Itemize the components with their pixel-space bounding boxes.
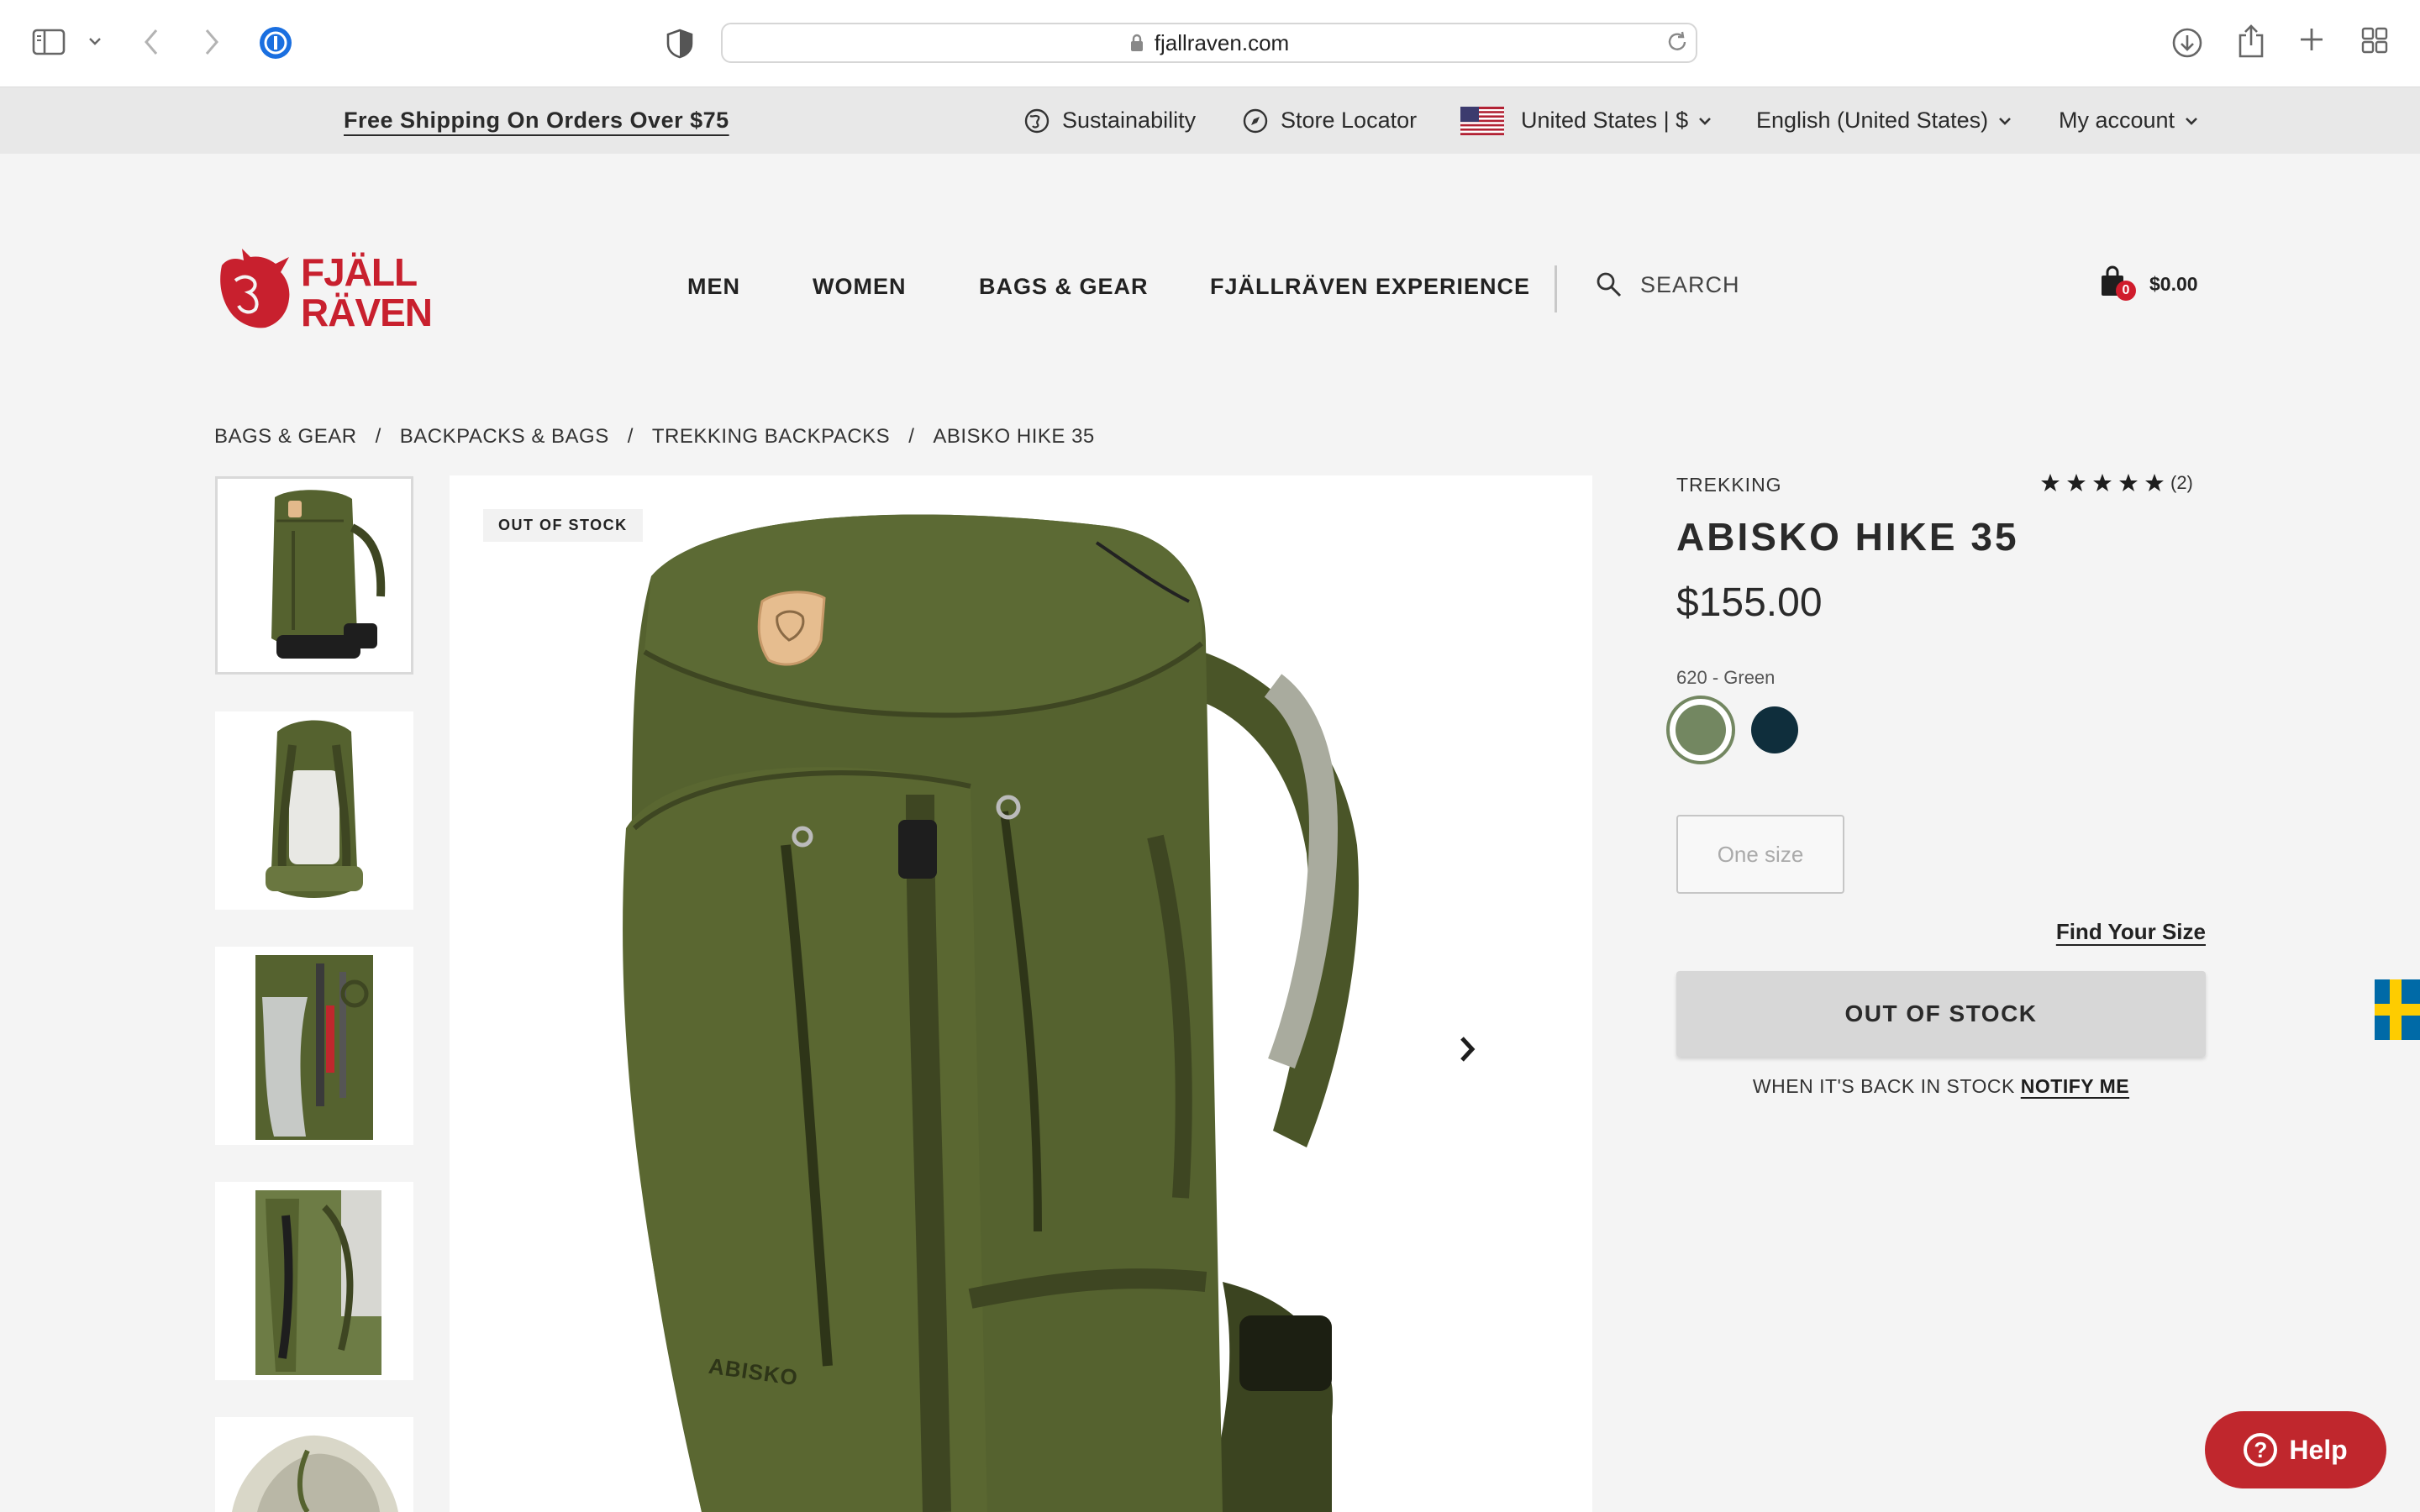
store-locator-label: Store Locator — [1281, 108, 1418, 133]
cart-count-badge: 0 — [2116, 281, 2136, 301]
notify-me-link[interactable]: NOTIFY ME — [2021, 1075, 2129, 1097]
breadcrumb-separator: / — [908, 425, 915, 448]
nav-fjallraven-experience[interactable]: FJÄLLRÄVEN EXPERIENCE — [1210, 274, 1530, 300]
nav-bags-gear[interactable]: BAGS & GEAR — [979, 274, 1149, 300]
browser-toolbar: fjallraven.com — [0, 0, 2420, 87]
cart-total: $0.00 — [2149, 272, 2198, 295]
size-option-button[interactable]: One size — [1676, 815, 1844, 894]
product-rating[interactable]: (2) — [2040, 472, 2193, 494]
breadcrumb-current: ABISKO HIKE 35 — [933, 425, 1095, 448]
region-selector[interactable]: United States | $ — [1460, 87, 1712, 154]
thumbnail-side[interactable] — [215, 947, 413, 1145]
next-image-button[interactable] — [1454, 1030, 1482, 1068]
find-your-size-link[interactable]: Find Your Size — [2056, 919, 2206, 945]
help-label: Help — [2289, 1434, 2348, 1465]
thumbnail-front[interactable] — [215, 476, 413, 675]
star-icon — [2093, 474, 2112, 491]
breadcrumb-item[interactable]: BAGS & GEAR — [214, 425, 357, 449]
us-flag-icon — [1460, 106, 1504, 135]
nav-women[interactable]: WOMEN — [813, 274, 906, 300]
utility-bar: Free Shipping On Orders Over $75 Sustain… — [0, 87, 2420, 154]
chevron-right-icon — [1460, 1037, 1476, 1062]
breadcrumb-item[interactable]: BACKPACKS & BAGS — [400, 425, 609, 449]
tab-overview-icon[interactable] — [2361, 27, 2388, 54]
share-icon[interactable] — [2237, 24, 2265, 59]
chevron-down-icon[interactable] — [87, 35, 103, 47]
sweden-flag-tab[interactable] — [2375, 979, 2420, 1040]
privacy-shield-icon[interactable] — [666, 29, 694, 59]
swatch-fill — [1676, 705, 1726, 755]
new-tab-icon[interactable] — [2299, 27, 2324, 52]
search-label: SEARCH — [1640, 271, 1740, 297]
forward-arrow-icon[interactable] — [202, 27, 222, 57]
color-label: 620 - Green — [1676, 667, 1776, 688]
account-label: My account — [2059, 108, 2175, 133]
product-title: ABISKO HIKE 35 — [1676, 515, 2019, 559]
compass-icon — [1243, 108, 1268, 133]
sidebar-toggle-icon[interactable] — [32, 27, 69, 57]
sustainability-label: Sustainability — [1062, 108, 1197, 133]
address-bar[interactable]: fjallraven.com — [721, 23, 1697, 63]
color-swatch-navy[interactable] — [1751, 706, 1798, 753]
reload-icon[interactable] — [1665, 30, 1689, 54]
language-label: English (United States) — [1756, 108, 1989, 133]
backpack-illustration — [623, 514, 1359, 1512]
lock-icon — [1130, 34, 1143, 51]
star-icon — [2067, 474, 2086, 491]
color-swatch-green-selected[interactable] — [1666, 696, 1735, 764]
chevron-down-icon — [1999, 117, 2012, 125]
nav-men[interactable]: MEN — [687, 274, 740, 300]
help-button[interactable]: ? Help — [2205, 1411, 2386, 1488]
thumbnail-detail[interactable] — [215, 1182, 413, 1380]
store-locator-link[interactable]: Store Locator — [1242, 87, 1417, 154]
search-trigger[interactable]: SEARCH — [1595, 270, 1740, 299]
chevron-down-icon — [2186, 117, 2197, 125]
out-of-stock-button[interactable]: OUT OF STOCK — [1676, 971, 2206, 1057]
product-price: $155.00 — [1676, 580, 1823, 625]
breadcrumb-separator: / — [627, 425, 634, 448]
region-label: United States | $ — [1521, 108, 1689, 133]
breadcrumb: BAGS & GEAR / BACKPACKS & BAGS / TREKKIN… — [214, 425, 1095, 449]
nav-divider — [1555, 265, 1557, 312]
star-icon — [2119, 474, 2138, 491]
account-menu[interactable]: My account — [2059, 87, 2198, 154]
url-text: fjallraven.com — [1154, 29, 1290, 55]
main-product-image[interactable]: OUT OF STOCK ABISKO — [450, 475, 1592, 1512]
notify-text: WHEN IT'S BACK IN STOCK — [1752, 1075, 2021, 1097]
free-shipping-link[interactable]: Free Shipping On Orders Over $75 — [344, 87, 729, 154]
download-icon[interactable] — [2171, 27, 2203, 59]
review-count: (2) — [2170, 472, 2193, 493]
fjallraven-logo[interactable]: FJÄLL RÄVEN — [217, 247, 442, 331]
breadcrumb-item[interactable]: TREKKING BACKPACKS — [652, 425, 890, 449]
globe-icon — [1024, 108, 1050, 133]
question-icon: ? — [2244, 1433, 2278, 1467]
cart-button[interactable]: 0 $0.00 — [2099, 265, 2198, 302]
breadcrumb-separator: / — [375, 425, 381, 448]
thumbnail-top-open[interactable] — [215, 1417, 413, 1512]
notify-message: WHEN IT'S BACK IN STOCK NOTIFY ME — [1676, 1075, 2206, 1098]
svg-text:FJÄLL: FJÄLL — [301, 250, 417, 294]
svg-text:RÄVEN: RÄVEN — [301, 291, 432, 331]
search-icon — [1597, 272, 1622, 297]
language-selector[interactable]: English (United States) — [1756, 87, 2012, 154]
password-manager-icon[interactable] — [258, 25, 293, 60]
thumbnail-back[interactable] — [215, 711, 413, 910]
star-icon — [2145, 474, 2164, 491]
star-icon — [2041, 474, 2060, 491]
chevron-down-icon — [1699, 117, 1712, 125]
sustainability-link[interactable]: Sustainability — [1023, 87, 1196, 154]
back-arrow-icon[interactable] — [141, 27, 161, 57]
product-category: TREKKING — [1676, 474, 1782, 496]
